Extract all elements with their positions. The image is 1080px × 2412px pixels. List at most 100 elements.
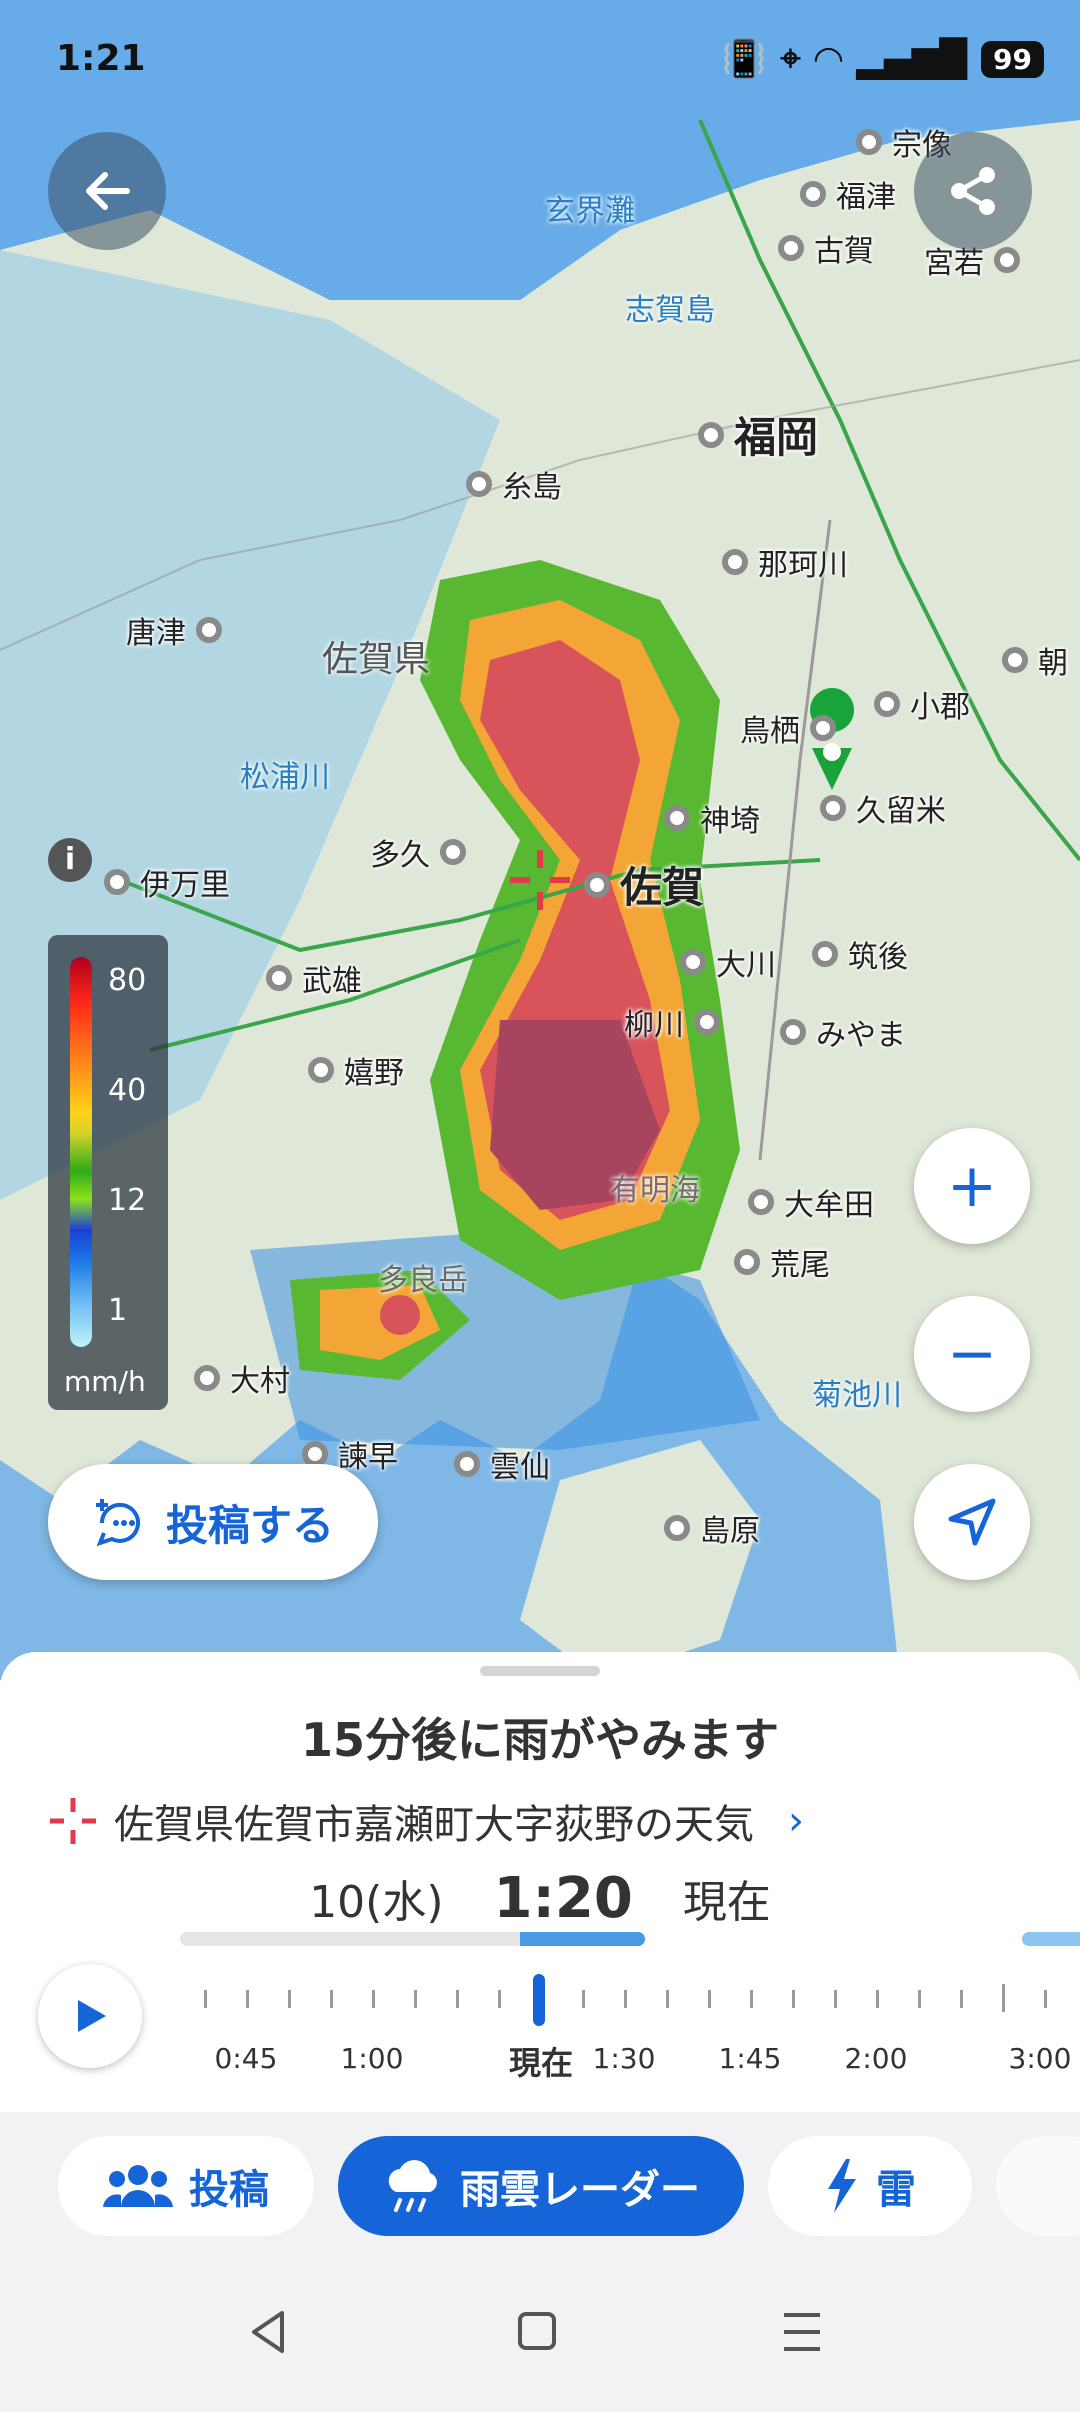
place-label[interactable]: 伊万里 [104, 860, 230, 904]
status-icons: 📳 ⌖ ◠ ▂▄▆█ 99 [721, 38, 1044, 80]
place-dot [778, 235, 804, 261]
water-label: 有明海 [610, 1173, 700, 1208]
place-label[interactable]: 神埼 [664, 796, 760, 840]
radar-map[interactable]: 佐賀県 玄界灘 志賀島 松浦川 有明海 多良岳 菊池川 宗像 福津 古賀 宮若 … [0, 0, 1080, 1680]
place-dot [196, 617, 222, 643]
timeline-tick [624, 1990, 627, 2008]
water-label: 多良岳 [378, 1263, 468, 1298]
place-dot [874, 691, 900, 717]
current-time-row: 10(水) 1:20 現在 [0, 1866, 1080, 1931]
tab-label: 投稿 [189, 2167, 269, 2213]
place-label[interactable]: 佐賀 [584, 854, 704, 915]
people-icon [103, 2165, 173, 2207]
forecast-sheet: 15分後に雨がやみます 佐賀県佐賀市嘉瀬町大字荻野の天気 › 10(水) 1:2… [0, 1652, 1080, 2112]
navigation-arrow-icon [948, 1498, 996, 1546]
battery-indicator: 99 [981, 40, 1044, 78]
place-dot [440, 839, 466, 865]
post-button-label: 投稿する [165, 1500, 334, 1550]
tab-posts[interactable]: 投稿 [58, 2136, 314, 2236]
app-root: 佐賀県 玄界灘 志賀島 松浦川 有明海 多良岳 菊池川 宗像 福津 古賀 宮若 … [0, 0, 1080, 2412]
place-label[interactable]: 糸島 [466, 462, 562, 506]
place-label[interactable]: 柳川 [624, 1000, 720, 1044]
timeline-tick [960, 1990, 963, 2008]
nav-back-icon[interactable] [248, 2307, 288, 2357]
place-dot [466, 471, 492, 497]
place-dot [856, 129, 882, 155]
place-label[interactable]: 福岡 [698, 404, 818, 465]
place-label[interactable]: 唐津 [126, 608, 222, 652]
timeline-label: 現在 [508, 2044, 574, 2082]
info-icon[interactable]: i [48, 838, 92, 882]
timeline-tick [372, 1990, 375, 2008]
sheet-handle[interactable] [480, 1666, 600, 1676]
play-button[interactable] [38, 1964, 142, 2068]
timeline-label: 1:00 [340, 2042, 404, 2075]
place-label[interactable]: 那珂川 [722, 540, 848, 584]
place-dot [664, 805, 690, 831]
nav-menu-icon[interactable] [782, 2307, 822, 2357]
legend-unit: mm/h [64, 1365, 146, 1398]
place-label[interactable]: 古賀 [778, 226, 874, 270]
place-label[interactable]: 嬉野 [308, 1048, 404, 1092]
share-button[interactable] [914, 132, 1032, 250]
place-label[interactable]: 多久 [370, 830, 466, 874]
rain-forecast-headline: 15分後に雨がやみます [300, 1713, 779, 1767]
timeline-tick [918, 1990, 921, 2008]
place-label[interactable]: 雲仙 [454, 1442, 550, 1486]
my-location-button[interactable] [914, 1464, 1030, 1580]
timeline-tick [750, 1990, 753, 2008]
place-dot [698, 421, 724, 448]
chat-add-icon [95, 1499, 140, 1547]
legend-value: 12 [108, 1183, 147, 1218]
place-label[interactable]: 大牟田 [748, 1180, 874, 1224]
tab-more[interactable] [996, 2136, 1080, 2236]
plus-icon: + [946, 1151, 998, 1221]
nav-home-icon[interactable] [516, 2307, 558, 2357]
back-button[interactable] [48, 132, 166, 250]
place-label[interactable]: 武雄 [266, 956, 362, 1000]
timeline-label: 1:45 [718, 2042, 782, 2075]
place-dot [454, 1451, 480, 1477]
place-dot [810, 715, 836, 741]
vibrate-icon: 📳 [721, 39, 767, 80]
location-link[interactable]: 佐賀県佐賀市嘉瀬町大字荻野の天気 › [48, 1792, 804, 1850]
time-slider[interactable]: 0:45 1:00 現在 1:30 1:45 2:00 3:00 [0, 1932, 1080, 2092]
place-dot [308, 1057, 334, 1083]
place-dot [1002, 647, 1028, 673]
tab-lightning[interactable]: 雷 [768, 2136, 972, 2236]
place-label[interactable]: 福津 [800, 172, 896, 216]
place-dot [584, 871, 610, 898]
timeline-tick [666, 1990, 669, 2008]
place-label[interactable]: 島原 [664, 1506, 760, 1550]
place-dot [104, 869, 130, 895]
timeline-tick [456, 1990, 459, 2008]
place-dot [820, 795, 846, 821]
place-dot [680, 949, 706, 975]
place-label[interactable]: 大村 [194, 1356, 290, 1400]
zoom-in-button[interactable]: + [914, 1128, 1030, 1244]
place-label[interactable]: 荒尾 [734, 1240, 830, 1284]
post-button[interactable]: 投稿する [48, 1464, 378, 1580]
place-label[interactable]: 久留米 [820, 786, 946, 830]
chevron-right-icon: › [788, 1798, 804, 1844]
place-label[interactable]: 朝 [1002, 638, 1068, 682]
wifi-icon: ◠ [814, 38, 843, 80]
tab-label: 雨雲レーダー [460, 2167, 700, 2213]
place-label[interactable]: 小郡 [874, 682, 970, 726]
signal-icon: ▂▄▆█ [856, 38, 968, 80]
place-dot [694, 1009, 720, 1035]
zoom-out-button[interactable]: − [914, 1296, 1030, 1412]
tab-rain-radar[interactable]: 雨雲レーダー [338, 2136, 744, 2236]
place-label[interactable]: 筑後 [812, 932, 908, 976]
place-dot [994, 247, 1020, 273]
place-dot [194, 1365, 220, 1391]
location-name: 佐賀県佐賀市嘉瀬町大字荻野の天気 [114, 1802, 754, 1848]
place-label[interactable]: みやま [780, 1010, 906, 1054]
timeline-tick [792, 1990, 795, 2008]
legend-value: 1 [108, 1293, 128, 1328]
timeline-cursor[interactable] [533, 1974, 545, 2026]
place-label[interactable]: 大川 [680, 940, 776, 984]
status-bar: 1:21 📳 ⌖ ◠ ▂▄▆█ 99 [0, 0, 1080, 120]
place-dot [664, 1515, 690, 1541]
place-label[interactable]: 鳥栖 [740, 706, 836, 750]
